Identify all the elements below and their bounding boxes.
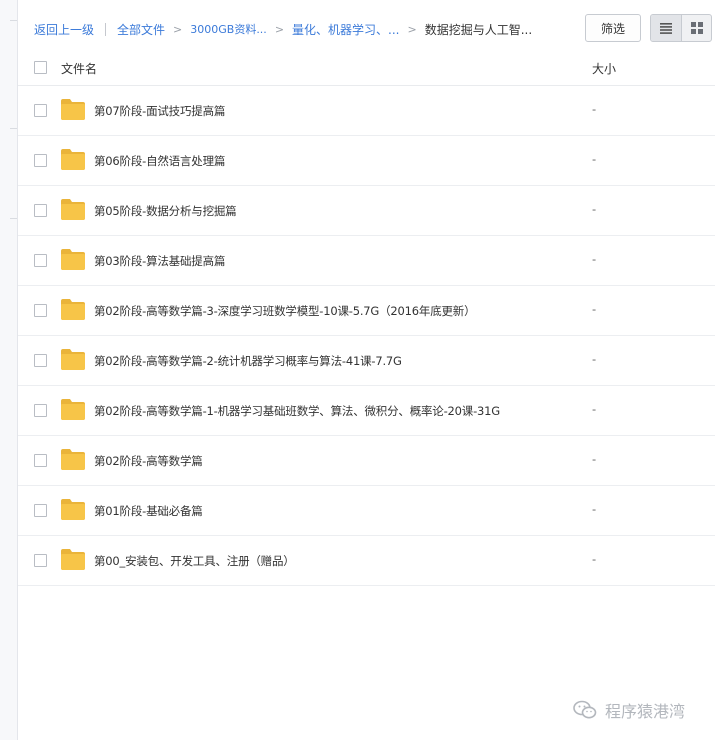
folder-icon	[61, 299, 85, 320]
row-checkbox[interactable]	[34, 454, 47, 467]
view-toggle	[650, 14, 712, 42]
row-checkbox[interactable]	[34, 554, 47, 567]
table-row[interactable]: 第02阶段-高等数学篇-2-统计机器学习概率与算法-41课-7.7G -	[18, 336, 715, 386]
file-name[interactable]: 第00_安装包、开发工具、注册（赠品）	[94, 553, 295, 569]
row-checkbox[interactable]	[34, 254, 47, 267]
breadcrumb-level2-link[interactable]: 量化、机器学习、...	[292, 21, 399, 38]
folder-icon	[61, 99, 85, 120]
file-list-panel: 返回上一级 全部文件 > 3000GB资料... > 量化、机器学习、... >…	[17, 0, 715, 740]
file-name[interactable]: 第02阶段-高等数学篇	[94, 453, 203, 469]
folder-icon	[61, 199, 85, 220]
row-checkbox[interactable]	[34, 504, 47, 517]
file-name[interactable]: 第01阶段-基础必备篇	[94, 503, 203, 519]
chevron-right-icon: >	[407, 22, 417, 36]
file-size: -	[592, 452, 597, 466]
file-size: -	[592, 552, 597, 566]
row-checkbox[interactable]	[34, 404, 47, 417]
breadcrumb-level1-link[interactable]: 3000GB资料...	[190, 21, 267, 37]
file-size: -	[592, 202, 597, 216]
folder-icon	[61, 149, 85, 170]
watermark-text: 程序猿港湾	[605, 702, 686, 721]
chevron-right-icon: >	[173, 22, 183, 36]
file-size: -	[592, 302, 597, 316]
table-row[interactable]: 第00_安装包、开发工具、注册（赠品） -	[18, 536, 715, 586]
file-name[interactable]: 第02阶段-高等数学篇-2-统计机器学习概率与算法-41课-7.7G	[94, 353, 402, 369]
table-header: 文件名 大小	[18, 50, 715, 86]
breadcrumb: 返回上一级 全部文件 > 3000GB资料... > 量化、机器学习、... >…	[34, 18, 532, 40]
column-header-name[interactable]: 文件名	[61, 60, 97, 77]
file-size: -	[592, 402, 597, 416]
folder-icon	[61, 399, 85, 420]
row-checkbox[interactable]	[34, 304, 47, 317]
row-checkbox[interactable]	[34, 354, 47, 367]
wechat-icon	[573, 700, 597, 719]
filter-button[interactable]: 筛选	[585, 14, 641, 42]
breadcrumb-all-files-link[interactable]: 全部文件	[117, 21, 165, 38]
file-name[interactable]: 第07阶段-面试技巧提高篇	[94, 103, 225, 119]
file-size: -	[592, 102, 597, 116]
file-rows: 第07阶段-面试技巧提高篇 - 第06阶段-自然语言处理篇 - 第05阶段-数据分析与挖…	[18, 86, 715, 586]
file-size: -	[592, 352, 597, 366]
chevron-right-icon: >	[274, 22, 285, 36]
row-checkbox[interactable]	[34, 154, 47, 167]
table-row[interactable]: 第02阶段-高等数学篇-1-机器学习基础班数学、算法、微积分、概率论-20课-3…	[18, 386, 715, 436]
list-view-icon	[660, 22, 672, 34]
grid-view-button[interactable]	[681, 15, 711, 41]
table-row[interactable]: 第06阶段-自然语言处理篇 -	[18, 136, 715, 186]
grid-view-icon	[690, 22, 703, 34]
table-row[interactable]: 第03阶段-算法基础提高篇 -	[18, 236, 715, 286]
table-row[interactable]: 第02阶段-高等数学篇 -	[18, 436, 715, 486]
file-size: -	[592, 502, 597, 516]
watermark: 程序猿港湾	[573, 698, 685, 722]
folder-icon	[61, 499, 85, 520]
folder-icon	[61, 249, 85, 270]
breadcrumb-current: 数据挖掘与人工智...	[424, 22, 533, 37]
table-row[interactable]: 第07阶段-面试技巧提高篇 -	[18, 86, 715, 136]
file-name[interactable]: 第03阶段-算法基础提高篇	[94, 253, 225, 269]
column-header-size[interactable]: 大小	[592, 60, 616, 77]
file-name[interactable]: 第05阶段-数据分析与挖掘篇	[94, 203, 237, 219]
file-name[interactable]: 第06阶段-自然语言处理篇	[94, 153, 225, 169]
folder-icon	[61, 349, 85, 370]
breadcrumb-back-link[interactable]: 返回上一级	[34, 21, 94, 38]
breadcrumb-divider	[105, 22, 107, 36]
list-view-button[interactable]	[651, 15, 681, 41]
left-scroll-strip	[0, 0, 17, 740]
row-checkbox[interactable]	[34, 204, 47, 217]
file-name[interactable]: 第02阶段-高等数学篇-3-深度学习班数学模型-10课-5.7G（2016年底更…	[94, 303, 476, 319]
file-name[interactable]: 第02阶段-高等数学篇-1-机器学习基础班数学、算法、微积分、概率论-20课-3…	[94, 403, 500, 419]
table-row[interactable]: 第05阶段-数据分析与挖掘篇 -	[18, 186, 715, 236]
row-checkbox[interactable]	[34, 104, 47, 117]
file-size: -	[592, 152, 597, 166]
file-size: -	[592, 252, 597, 266]
select-all-checkbox[interactable]	[34, 61, 47, 74]
folder-icon	[61, 549, 85, 570]
table-row[interactable]: 第01阶段-基础必备篇 -	[18, 486, 715, 536]
table-row[interactable]: 第02阶段-高等数学篇-3-深度学习班数学模型-10课-5.7G（2016年底更…	[18, 286, 715, 336]
folder-icon	[61, 449, 85, 470]
